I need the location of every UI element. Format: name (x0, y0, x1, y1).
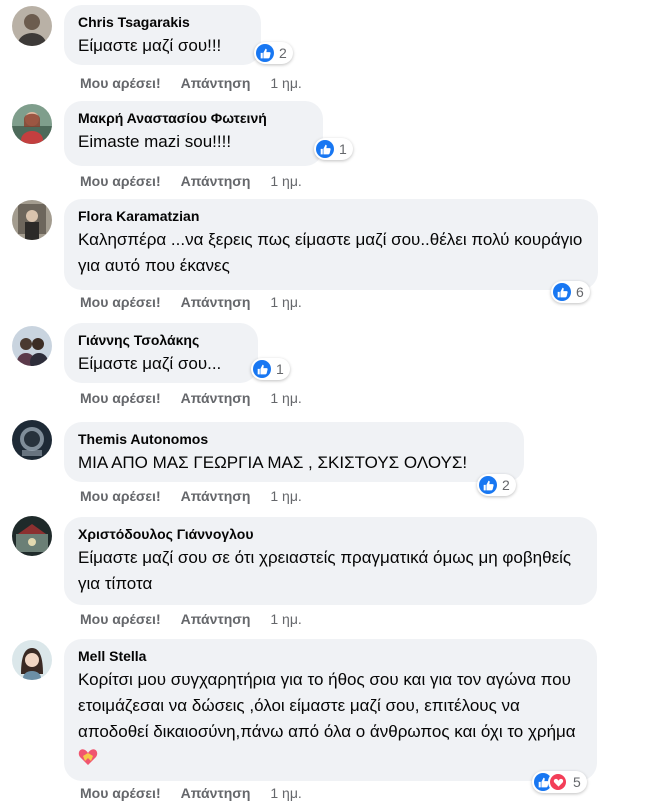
reaction-summary[interactable]: 2 (477, 474, 516, 496)
like-button[interactable]: Μου αρέσει! (80, 173, 161, 189)
reply-button[interactable]: Απάντηση (181, 785, 251, 801)
comment-text-body: Κορίτσι μου συγχαρητήρια για το ήθος σου… (78, 670, 576, 741)
comment-actions: Μου αρέσει! Απάντηση 1 ημ. (80, 611, 302, 627)
reaction-count: 5 (573, 774, 581, 790)
reaction-summary[interactable]: 2 (254, 42, 293, 64)
comment-bubble: Μακρή Αναστασίου Φωτεινή Eimaste mazi so… (64, 101, 323, 166)
reply-button[interactable]: Απάντηση (181, 611, 251, 627)
timestamp[interactable]: 1 ημ. (270, 294, 301, 310)
comment-bubble: Chris Tsagarakis Είμαστε μαζί σου!!! (64, 5, 261, 65)
comment-author[interactable]: Μακρή Αναστασίου Φωτεινή (78, 109, 309, 127)
comment-text: Κορίτσι μου συγχαρητήρια για το ήθος σου… (78, 667, 584, 771)
comment-author[interactable]: Χριστόδουλος Γιάννογλου (78, 525, 583, 543)
comment-bubble: Flora Karamatzian Καλησπέρα ...να ξερεις… (64, 199, 598, 290)
reaction-count: 2 (279, 45, 287, 61)
comment-text: Είμαστε μαζί σου σε ότι χρειαστείς πραγμ… (78, 548, 572, 593)
comment-text: Είμαστε μαζί σου... (78, 354, 222, 373)
reply-button[interactable]: Απάντηση (181, 173, 251, 189)
reaction-summary[interactable]: 6 (551, 281, 590, 303)
like-thumb-icon (253, 360, 271, 378)
reaction-count: 1 (339, 141, 347, 157)
love-heart-icon (548, 772, 568, 792)
timestamp[interactable]: 1 ημ. (270, 173, 301, 189)
like-button[interactable]: Μου αρέσει! (80, 294, 161, 310)
reaction-count: 1 (276, 361, 284, 377)
timestamp[interactable]: 1 ημ. (270, 611, 301, 627)
like-button[interactable]: Μου αρέσει! (80, 785, 161, 801)
reply-button[interactable]: Απάντηση (181, 390, 251, 406)
comment-bubble: Χριστόδουλος Γιάννογλου Είμαστε μαζί σου… (64, 517, 597, 605)
comment-bubble: Mell Stella Κορίτσι μου συγχαρητήρια για… (64, 639, 597, 781)
timestamp[interactable]: 1 ημ. (270, 75, 301, 91)
comment-author[interactable]: Mell Stella (78, 647, 583, 665)
reaction-summary[interactable]: 1 (251, 358, 290, 380)
comment-actions: Μου αρέσει! Απάντηση 1 ημ. (80, 294, 302, 310)
comment-text: Καλησπέρα ...να ξερεις πως είμαστε μαζί … (78, 230, 583, 275)
comment-text: ΜΙΑ ΑΠΟ ΜΑΣ ΓΕΩΡΓΙΑ ΜΑΣ , ΣΚΙΣΤΟΥΣ ΟΛΟΥΣ… (78, 453, 468, 472)
timestamp[interactable]: 1 ημ. (270, 390, 301, 406)
heart-with-ribbon-icon (78, 749, 98, 765)
comment-author[interactable]: Γιάννης Τσολάκης (78, 331, 244, 349)
comment-actions: Μου αρέσει! Απάντηση 1 ημ. (80, 75, 302, 91)
comment-text: Eimaste mazi sou!!!! (78, 132, 232, 151)
reply-button[interactable]: Απάντηση (181, 488, 251, 504)
comment-author[interactable]: Flora Karamatzian (78, 207, 584, 225)
reaction-summary[interactable]: 1 (314, 138, 353, 160)
avatar[interactable] (12, 516, 52, 556)
comment-bubble: Themis Autonomos ΜΙΑ ΑΠΟ ΜΑΣ ΓΕΩΡΓΙΑ ΜΑΣ… (64, 422, 524, 482)
reaction-count: 2 (502, 477, 510, 493)
comment-actions: Μου αρέσει! Απάντηση 1 ημ. (80, 390, 302, 406)
comment-actions: Μου αρέσει! Απάντηση 1 ημ. (80, 785, 302, 801)
comment-author[interactable]: Themis Autonomos (78, 430, 510, 448)
like-thumb-icon (316, 140, 334, 158)
reply-button[interactable]: Απάντηση (181, 75, 251, 91)
timestamp[interactable]: 1 ημ. (270, 488, 301, 504)
comment-bubble: Γιάννης Τσολάκης Είμαστε μαζί σου... (64, 323, 258, 383)
like-button[interactable]: Μου αρέσει! (80, 390, 161, 406)
comment-text: Είμαστε μαζί σου!!! (78, 36, 222, 55)
like-button[interactable]: Μου αρέσει! (80, 611, 161, 627)
like-thumb-icon (256, 44, 274, 62)
reply-button[interactable]: Απάντηση (181, 294, 251, 310)
avatar[interactable] (12, 104, 52, 144)
like-button[interactable]: Μου αρέσει! (80, 488, 161, 504)
comment-actions: Μου αρέσει! Απάντηση 1 ημ. (80, 488, 302, 504)
like-thumb-icon (479, 476, 497, 494)
like-thumb-icon (553, 283, 571, 301)
comment-author[interactable]: Chris Tsagarakis (78, 13, 247, 31)
reaction-count: 6 (576, 284, 584, 300)
avatar[interactable] (12, 640, 52, 680)
avatar[interactable] (12, 420, 52, 460)
like-button[interactable]: Μου αρέσει! (80, 75, 161, 91)
avatar[interactable] (12, 200, 52, 240)
comment-actions: Μου αρέσει! Απάντηση 1 ημ. (80, 173, 302, 189)
avatar[interactable] (12, 6, 52, 46)
avatar[interactable] (12, 326, 52, 366)
timestamp[interactable]: 1 ημ. (270, 785, 301, 801)
reaction-summary[interactable]: 5 (532, 771, 587, 793)
